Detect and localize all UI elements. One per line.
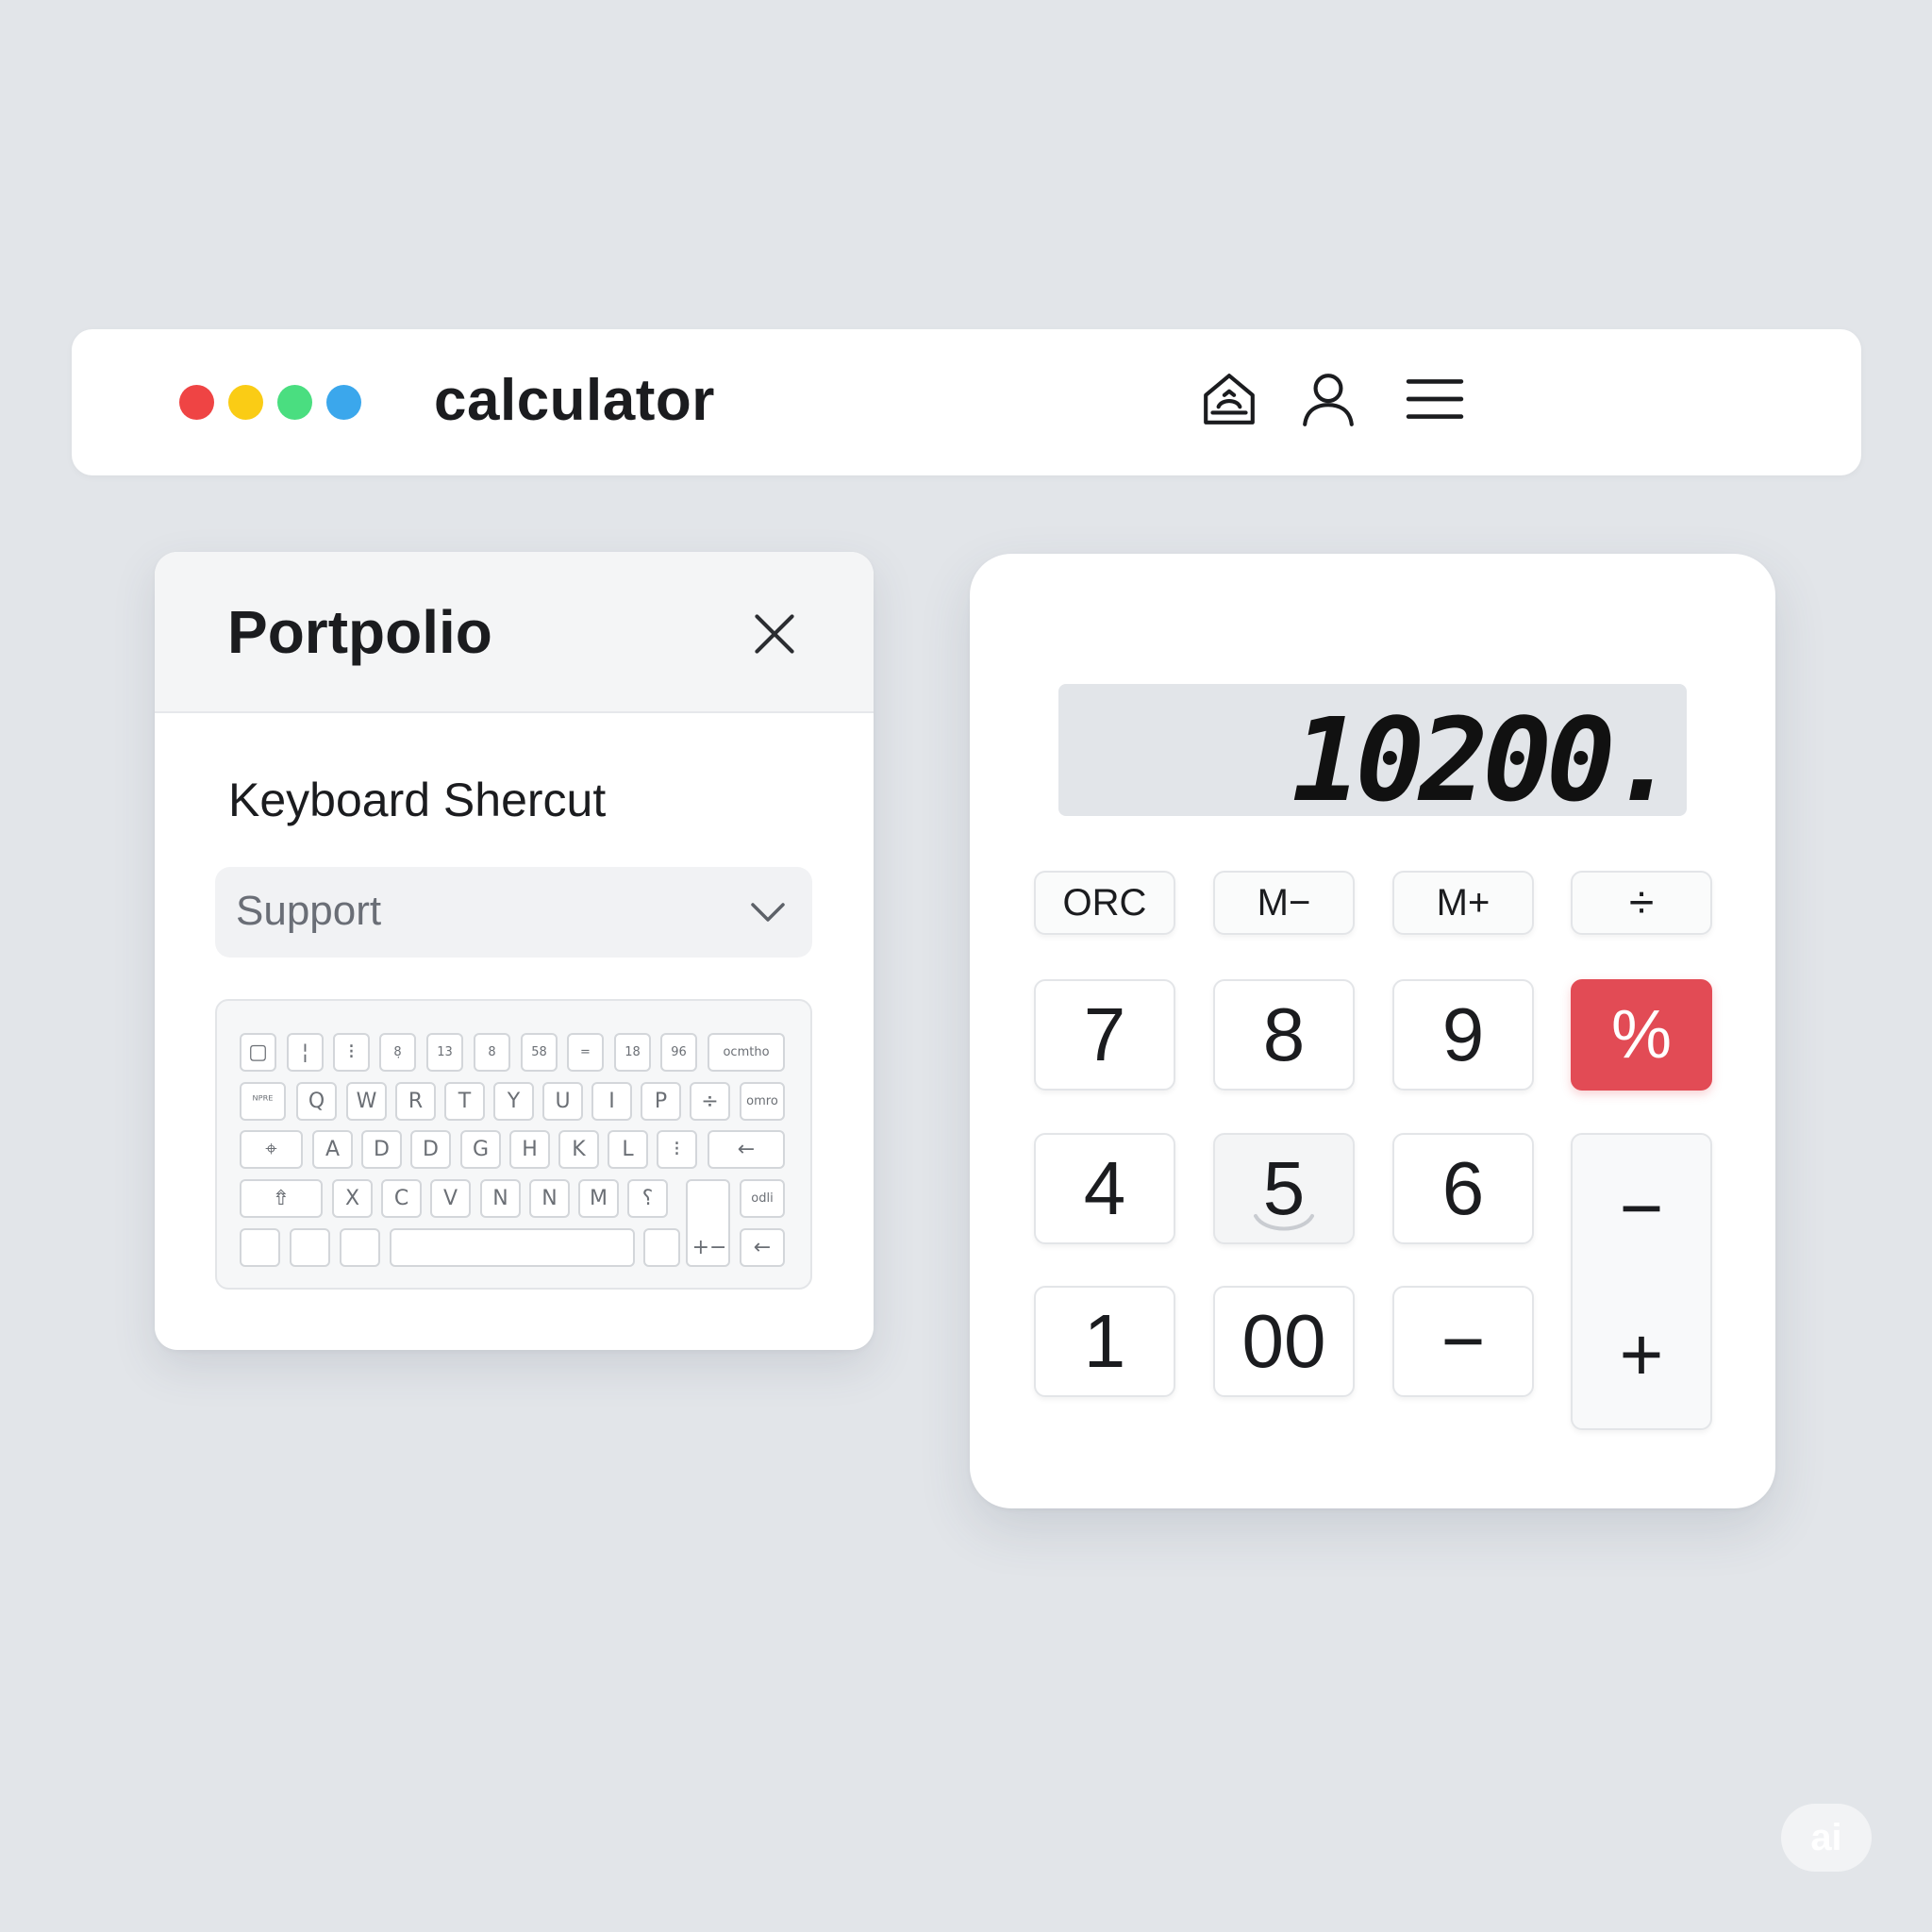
keyboard-key: L [608,1130,648,1169]
keyboard-key [240,1228,280,1267]
menu-icon[interactable] [1402,366,1468,432]
keyboard-key: M [578,1179,619,1218]
keyboard-key: T [444,1082,485,1121]
keyboard-key: 58 [521,1033,558,1072]
keyboard-spacebar [390,1228,635,1267]
keyboard-key: U [542,1082,583,1121]
red-dot[interactable] [179,385,214,420]
digit-1-button[interactable]: 1 [1034,1286,1175,1397]
digit-6-button[interactable]: 6 [1392,1133,1534,1244]
panel-header: Portpolio [155,552,874,713]
keyboard-key: 8̣ [379,1033,416,1072]
keyboard-key: ⌖ [240,1130,303,1169]
user-icon[interactable] [1295,366,1361,432]
orc-button[interactable]: ORC [1034,871,1175,935]
keyboard-key: D [361,1130,402,1169]
keyboard-key: W [346,1082,387,1121]
minus-plus-key[interactable]: − + [1571,1133,1712,1430]
display-value: 10200. [1291,693,1679,827]
app-title-bar: calculator [72,329,1861,475]
keyboard-key [643,1228,680,1267]
keyboard-key: H [509,1130,550,1169]
keyboard-key: K [558,1130,599,1169]
percent-button[interactable]: % [1571,979,1712,1091]
keyboard-key: V [430,1179,471,1218]
window-controls [179,385,361,420]
keyboard-key: ¦ [287,1033,324,1072]
keyboard-key: ⁝ [333,1033,370,1072]
chevron-down-icon [751,903,785,922]
calculator: 10200. ORC M− M+ ÷ 7 8 9 % 4 5 6 1 00 − … [970,554,1775,1508]
keyboard-key: ← [708,1130,785,1169]
digit-5-button[interactable]: 5 [1213,1133,1355,1244]
keyboard-key: ⇮ [240,1179,323,1218]
minus-label: − [1619,1165,1664,1250]
keyboard-key: P [641,1082,681,1121]
keyboard-key: ⸮ [627,1179,668,1218]
digit-8-button[interactable]: 8 [1213,979,1355,1091]
ai-watermark: ai [1781,1804,1872,1872]
keyboard-key: N [529,1179,570,1218]
keyboard-key [290,1228,330,1267]
keyboard-key: ocmtho [708,1033,785,1072]
divide-button[interactable]: ÷ [1571,871,1712,935]
keyboard-key: +− [691,1235,727,1259]
app-title: calculator [434,368,715,433]
memory-plus-button[interactable]: M+ [1392,871,1534,935]
support-select[interactable]: Support [215,867,812,958]
keyboard-key: ᴺᴾᴿᴱ [240,1082,286,1121]
plus-label: + [1619,1312,1664,1397]
keyboard-key: 18 [614,1033,651,1072]
keyboard-key [340,1228,380,1267]
panel-title: Portpolio [227,598,492,666]
keyboard-key: N [480,1179,521,1218]
keyboard-key: C [381,1179,422,1218]
green-dot[interactable] [277,385,312,420]
keyboard-key: ← [740,1228,785,1267]
keyboard-key: ⁝ [657,1130,697,1169]
keyboard-key: 96 [660,1033,697,1072]
section-label: Keyboard Shercut [228,774,607,826]
select-value: Support [236,888,382,934]
memory-minus-button[interactable]: M− [1213,871,1355,935]
keyboard-key: Q [296,1082,337,1121]
digit-7-button[interactable]: 7 [1034,979,1175,1091]
keyboard-key: 8 [474,1033,510,1072]
digit-9-button[interactable]: 9 [1392,979,1534,1091]
keyboard-key: A [312,1130,353,1169]
blue-dot[interactable] [326,385,361,420]
keyboard-key: X [332,1179,373,1218]
portfolio-panel: Portpolio Keyboard Shercut Support ▢ ¦ ⁝… [155,552,874,1350]
keyboard-key: D [410,1130,451,1169]
keyboard-key: odli [740,1179,785,1218]
desktop: calculator Portpolio Keyboard Shercut Su… [0,0,1932,1932]
keyboard-key: G [460,1130,501,1169]
yellow-dot[interactable] [228,385,263,420]
digit-4-button[interactable]: 4 [1034,1133,1175,1244]
keyboard-key: R [395,1082,436,1121]
keyboard-key: omro [740,1082,785,1121]
calculator-display: 10200. [1058,684,1687,827]
keyboard-key: Y [493,1082,534,1121]
home-icon[interactable] [1196,366,1262,432]
keyboard-key: I [591,1082,632,1121]
keyboard-key: 13 [426,1033,463,1072]
double-zero-button[interactable]: 00 [1213,1286,1355,1397]
keyboard-shortcut-map: ▢ ¦ ⁝ 8̣ 13 8 58 = 18 96 ocmtho ᴺᴾᴿᴱ Q W… [215,999,812,1290]
keyboard-key: = [567,1033,604,1072]
keyboard-key: ▢ [240,1033,276,1072]
press-indicator-icon [1254,1214,1314,1231]
subtract-button[interactable]: − [1392,1286,1534,1397]
keyboard-key: ÷ [690,1082,730,1121]
close-icon[interactable] [745,605,804,663]
